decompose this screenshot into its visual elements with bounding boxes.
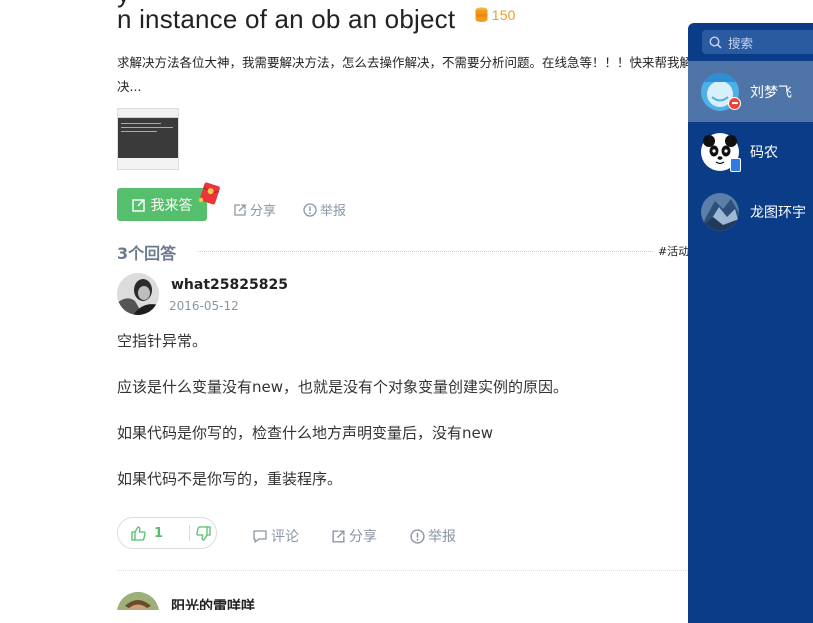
answer-paragraph: 如果代码是你写的，检查什么地方声明变量后，没有new [117,424,494,442]
comment-icon [253,529,267,543]
answer-button-label: 我来答 [150,197,193,214]
search-input[interactable]: 搜索 [702,30,813,54]
share-question-button[interactable]: 分享 [233,200,276,219]
search-icon [709,35,722,49]
upvote-button[interactable]: 1 [118,526,189,541]
question-screenshot-thumbnail[interactable] [117,108,179,170]
question-body: 求解决方法各位大神，我需要解决方法，怎么去操作解决，不需要分析问题。在线急等！！… [117,55,690,94]
bounty: 150 [475,7,516,23]
report-question-button[interactable]: 举报 [303,200,346,219]
report-answer-button[interactable]: 举报 [410,526,456,546]
contact-item[interactable]: 龙图环宇 [688,181,813,242]
avatar [701,192,739,231]
answer-paragraph: 空指针异常。 [117,332,208,350]
contact-item[interactable]: 码农 [688,121,813,182]
busy-status-icon [728,96,741,110]
question-title: n instance of an ob an object 150 [117,4,516,35]
thumbs-up-icon [131,525,146,541]
contact-name: 码农 [750,144,778,161]
report-label: 举报 [428,529,456,545]
share-icon [234,203,246,216]
coin-icon [475,7,488,22]
contact-name: 刘梦飞 [750,84,792,101]
bounty-value: 150 [491,6,516,23]
avatar [701,72,741,111]
answer-date: 2016-05-12 [169,299,239,313]
user-photo-icon [117,592,159,610]
answer-author[interactable]: what25825825 [171,277,288,293]
answer-button[interactable]: 我来答 [117,188,207,221]
user-photo-icon [117,273,159,315]
share-icon [332,529,345,543]
question-page: y n instance of an ob an object 150 求解决方… [0,0,690,610]
answer-divider [117,570,690,571]
contact-name: 龙图环宇 [750,204,806,221]
avatar[interactable] [117,273,159,315]
search-placeholder: 搜索 [728,35,754,51]
red-envelope-icon[interactable] [197,180,223,206]
share-label: 分享 [349,529,377,545]
comment-button[interactable]: 评论 [252,526,299,546]
avatar [701,132,741,172]
comment-label: 评论 [271,529,299,545]
upvote-count: 1 [154,525,164,541]
answer-paragraph: 如果代码不是你写的，重装程序。 [117,470,343,488]
warning-icon [303,202,317,217]
answer-paragraph: 应该是什么变量没有new，也就是没有个对象变量创建实例的原因。 [117,378,569,396]
share-label: 分享 [250,204,277,219]
contact-avatar-icon [701,192,739,231]
edit-icon [131,198,145,212]
sort-by-activity[interactable]: #活动 [658,243,689,259]
thumbs-down-icon [195,525,211,541]
question-title-text: n instance of an ob an object [117,4,456,34]
report-label: 举报 [320,204,347,219]
answer-count: 3个回答 [117,244,177,263]
vote-control: 1 [117,517,217,549]
warning-icon [410,528,425,544]
contact-item[interactable]: 刘梦飞 [688,61,813,122]
downvote-button[interactable] [190,525,216,541]
chat-contacts-panel: 搜索 刘梦飞 码农 龙图环宇 [688,23,813,623]
answer-author[interactable]: 阳光的雷咩咩 [171,596,255,610]
share-answer-button[interactable]: 分享 [331,526,377,546]
mobile-status-icon [730,157,741,172]
divider [198,251,653,252]
avatar[interactable] [117,592,159,610]
